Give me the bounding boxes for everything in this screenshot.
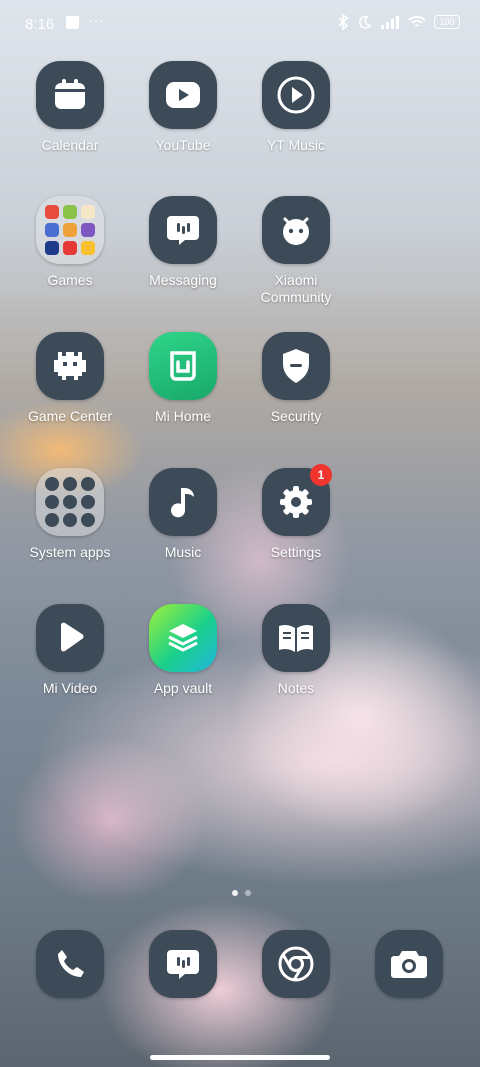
app-app-vault[interactable]: App vault [133,604,233,697]
system-app-thumb-icon [63,513,77,527]
app-label: Games [47,272,93,288]
app-security[interactable]: Security [246,332,346,425]
app-label: App vault [153,680,213,696]
mi-home-icon [149,332,217,400]
youtube-icon [149,61,217,129]
dock-phone[interactable] [20,930,120,998]
games-folder-icon [36,196,104,264]
home-gesture-bar[interactable] [150,1055,330,1060]
app-label: Settings [270,544,322,560]
app-label: YT Music [266,137,326,153]
app-game-center[interactable]: Game Center [20,332,120,425]
camera-icon [375,930,443,998]
system-app-thumb-icon [81,513,95,527]
calendar-icon [36,61,104,129]
app-label: YouTube [155,137,211,153]
game-thumb-icon [81,205,95,219]
game-thumb-icon [45,205,59,219]
music-icon [149,468,217,536]
dock-messaging[interactable] [133,930,233,998]
app-label: Notes [277,680,315,696]
bluetooth-icon [338,14,349,30]
app-label: Security [270,408,322,424]
app-music[interactable]: Music [133,468,233,561]
game-thumb-icon [45,241,59,255]
app-xiaomi-community[interactable]: Xiaomi Community [246,196,346,306]
dock-camera[interactable] [359,930,459,998]
system-app-thumb-icon [45,477,59,491]
app-yt-music[interactable]: YT Music [246,61,346,154]
folder-system-apps[interactable]: System apps [20,468,120,561]
app-label: Calendar [41,137,99,153]
messaging-icon [149,930,217,998]
system-app-thumb-icon [63,495,77,509]
app-calendar[interactable]: Calendar [20,61,120,154]
folder-games[interactable]: Games [20,196,120,289]
app-label: Mi Video [42,680,98,696]
page-dot-active [232,890,238,896]
app-messaging[interactable]: Messaging [133,196,233,289]
system-app-thumb-icon [63,477,77,491]
status-time: 8:16 [25,16,55,33]
app-label: Game Center [27,408,113,424]
system-app-thumb-icon [45,495,59,509]
app-label: System apps [29,544,111,560]
game-thumb-icon [81,223,95,237]
app-label: Messaging [149,272,217,288]
do-not-disturb-moon-icon [359,15,372,29]
system-apps-folder-icon [36,468,104,536]
mi-video-icon [36,604,104,672]
game-thumb-icon [63,223,77,237]
page-dot [245,890,251,896]
more-notifications-indicator: ··· [88,12,105,28]
page-indicator [232,890,251,896]
system-app-thumb-icon [81,495,95,509]
game-thumb-icon [45,223,59,237]
notification-badge: 1 [310,464,332,486]
phone-icon [36,930,104,998]
system-app-thumb-icon [45,513,59,527]
app-settings[interactable]: 1 Settings [246,464,346,561]
battery-indicator: 100 [434,15,460,29]
xiaomi-community-icon [262,196,330,264]
app-notes[interactable]: Notes [246,604,346,697]
app-label: Mi Home [154,408,211,424]
dock-chrome[interactable] [246,930,346,998]
game-thumb-icon [81,241,95,255]
wifi-icon [408,16,426,27]
notes-icon [262,604,330,672]
status-bar: 8:16 ··· 100 [0,0,480,48]
messaging-icon [149,196,217,264]
app-label: Xiaomi Community [260,272,332,305]
app-label: Music [164,544,202,560]
app-mi-home[interactable]: Mi Home [133,332,233,425]
app-vault-icon [149,604,217,672]
security-icon [262,332,330,400]
game-thumb-icon [63,241,77,255]
yt-music-icon [262,61,330,129]
game-center-icon [36,332,104,400]
app-youtube[interactable]: YouTube [133,61,233,154]
signal-icon [381,16,399,29]
system-app-thumb-icon [81,477,95,491]
app-mi-video[interactable]: Mi Video [20,604,120,697]
game-thumb-icon [63,205,77,219]
notification-icon [66,16,79,29]
chrome-icon [262,930,330,998]
